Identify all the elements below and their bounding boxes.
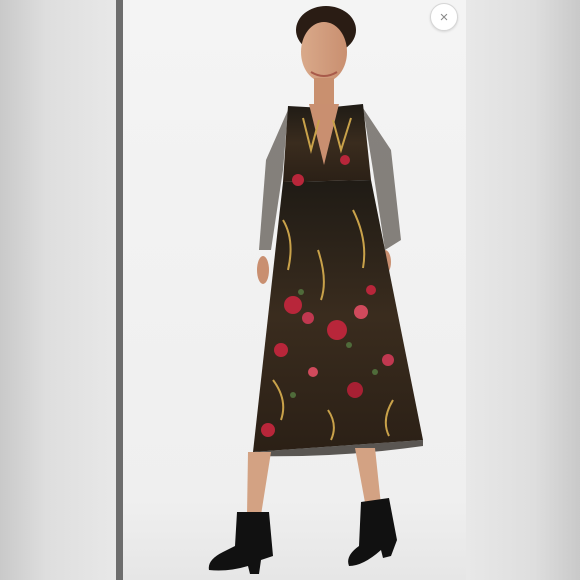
floor [123, 500, 466, 580]
gallery-left-backdrop [0, 0, 116, 580]
close-button[interactable]: × [430, 3, 458, 31]
product-photo[interactable] [123, 0, 466, 580]
neck [314, 78, 334, 106]
left-hand [257, 256, 269, 284]
head [301, 22, 347, 82]
gallery-right-backdrop [466, 0, 580, 580]
close-icon: × [439, 8, 449, 26]
right-leg [355, 448, 381, 508]
model-illustration [123, 6, 466, 580]
gallery-edge-bar [116, 0, 123, 580]
